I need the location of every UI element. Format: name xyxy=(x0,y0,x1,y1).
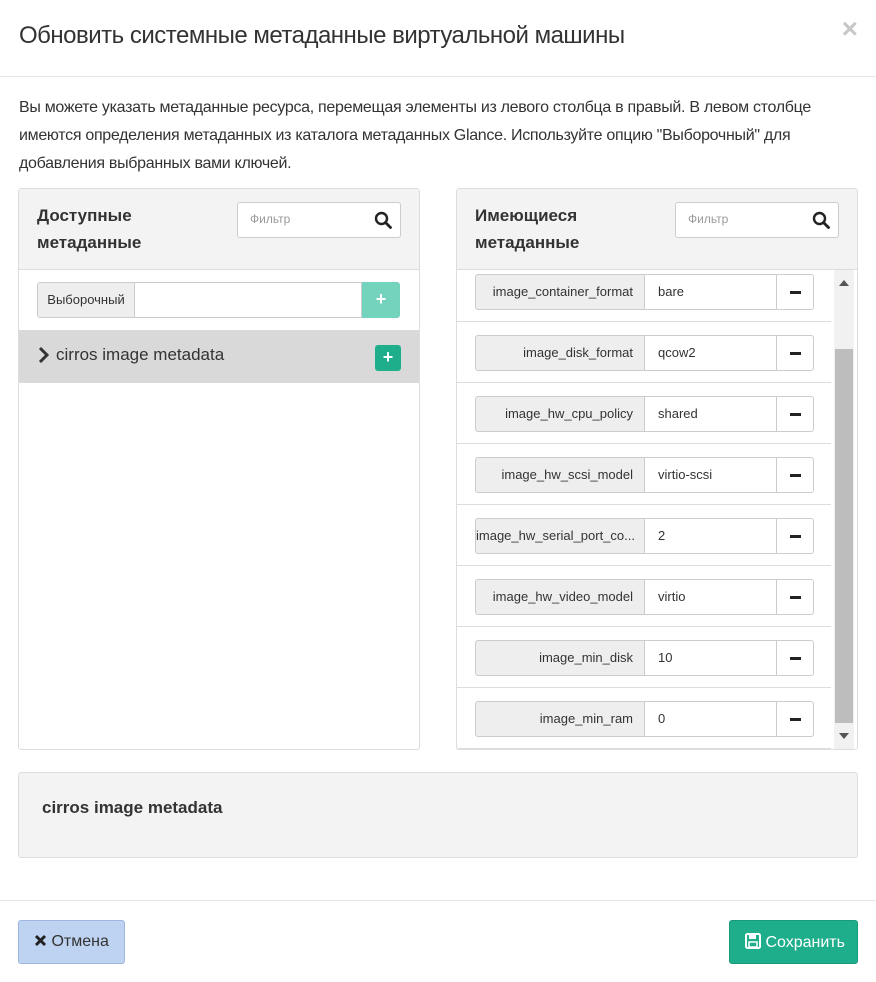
minus-icon xyxy=(790,596,801,599)
save-label: Сохранить xyxy=(765,934,845,951)
list-item: image_disk_format qcow2 xyxy=(457,322,831,383)
list-item: image_hw_cpu_policy shared xyxy=(457,383,831,444)
remove-button[interactable] xyxy=(776,274,814,310)
floppy-disk-icon xyxy=(745,933,761,949)
remove-button[interactable] xyxy=(776,457,814,493)
cancel-button[interactable]: Отмена xyxy=(18,920,125,964)
metadata-key: image_hw_scsi_model xyxy=(475,457,645,493)
list-item: image_container_format bare xyxy=(457,270,831,322)
metadata-value-input[interactable]: 10 xyxy=(644,640,777,676)
metadata-value-input[interactable]: 2 xyxy=(644,518,777,554)
cancel-label: Отмена xyxy=(51,933,109,950)
description-panel: cirros image metadata xyxy=(18,772,858,858)
remove-button[interactable] xyxy=(776,579,814,615)
save-button-content: Сохранить xyxy=(745,933,845,952)
metadata-key: image_hw_serial_port_co... xyxy=(475,518,645,554)
times-icon xyxy=(34,934,47,947)
namespace-add-button[interactable]: + xyxy=(375,345,401,371)
available-filter-input[interactable]: Фильтр xyxy=(237,202,401,238)
remove-button[interactable] xyxy=(776,396,814,432)
custom-metadata-row: Выборочный + xyxy=(37,282,401,318)
metadata-key: image_container_format xyxy=(475,274,645,310)
metadata-value-input[interactable]: qcow2 xyxy=(644,335,777,371)
metadata-key: image_hw_video_model xyxy=(475,579,645,615)
remove-button[interactable] xyxy=(776,640,814,676)
list-item: image_hw_video_model virtio xyxy=(457,566,831,627)
plus-icon: + xyxy=(375,289,387,309)
list-item: image_hw_serial_port_co... 2 xyxy=(457,505,831,566)
cancel-button-content: Отмена xyxy=(34,933,109,951)
namespace-item[interactable]: cirros image metadata + xyxy=(19,330,419,383)
metadata-key: image_min_ram xyxy=(475,701,645,737)
scroll-up-arrow-icon[interactable] xyxy=(839,280,849,286)
metadata-key: image_disk_format xyxy=(475,335,645,371)
close-icon[interactable]: × xyxy=(842,15,858,43)
modal-footer: Отмена Сохранить xyxy=(0,900,876,982)
custom-add-button[interactable]: + xyxy=(362,282,400,318)
search-icon[interactable] xyxy=(812,211,830,234)
custom-label: Выборочный xyxy=(37,282,135,318)
scroll-down-arrow-icon[interactable] xyxy=(839,733,849,739)
metadata-value-input[interactable]: 0 xyxy=(644,701,777,737)
namespace-label: cirros image metadata xyxy=(56,345,225,364)
list-item: image_min_ram 0 xyxy=(457,688,831,749)
existing-metadata-list: image_container_format bare image_disk_f… xyxy=(457,270,831,749)
existing-filter-input[interactable]: Фильтр xyxy=(675,202,839,238)
existing-metadata-title: Имеющиеся метаданные xyxy=(475,206,580,252)
minus-icon xyxy=(790,657,801,660)
plus-icon: + xyxy=(382,347,394,367)
metadata-value-input[interactable]: virtio xyxy=(644,579,777,615)
filter-placeholder: Фильтр xyxy=(688,212,729,226)
metadata-value-input[interactable]: bare xyxy=(644,274,777,310)
minus-icon xyxy=(790,718,801,721)
minus-icon xyxy=(790,291,801,294)
metadata-value-input[interactable]: virtio-scsi xyxy=(644,457,777,493)
available-metadata-title: Доступные метаданные xyxy=(37,206,142,252)
remove-button[interactable] xyxy=(776,701,814,737)
description-title: cirros image metadata xyxy=(42,798,223,817)
save-button[interactable]: Сохранить xyxy=(729,920,858,964)
list-item: image_min_disk 10 xyxy=(457,627,831,688)
available-metadata-header: Доступные метаданные Фильтр xyxy=(19,189,419,270)
minus-icon xyxy=(790,474,801,477)
metadata-value-input[interactable]: shared xyxy=(644,396,777,432)
remove-button[interactable] xyxy=(776,335,814,371)
intro-text: Вы можете указать метаданные ресурса, пе… xyxy=(19,99,811,172)
minus-icon xyxy=(790,352,801,355)
remove-button[interactable] xyxy=(776,518,814,554)
modal-header: Обновить системные метаданные виртуально… xyxy=(0,0,876,77)
list-item: image_hw_scsi_model virtio-scsi xyxy=(457,444,831,505)
metadata-key: image_min_disk xyxy=(475,640,645,676)
custom-key-input[interactable] xyxy=(134,282,362,318)
scrollbar[interactable] xyxy=(834,270,854,749)
minus-icon xyxy=(790,535,801,538)
search-icon[interactable] xyxy=(374,211,392,234)
metadata-key: image_hw_cpu_policy xyxy=(475,396,645,432)
chevron-right-icon[interactable] xyxy=(37,346,50,369)
minus-icon xyxy=(790,413,801,416)
existing-metadata-header: Имеющиеся метаданные Фильтр xyxy=(457,189,857,270)
existing-metadata-panel: Имеющиеся метаданные Фильтр image_contai… xyxy=(456,188,858,750)
available-metadata-panel: Доступные метаданные Фильтр Выборочный +… xyxy=(18,188,420,750)
filter-placeholder: Фильтр xyxy=(250,212,291,226)
modal-title: Обновить системные метаданные виртуально… xyxy=(19,22,625,49)
scrollbar-thumb[interactable] xyxy=(835,349,853,723)
